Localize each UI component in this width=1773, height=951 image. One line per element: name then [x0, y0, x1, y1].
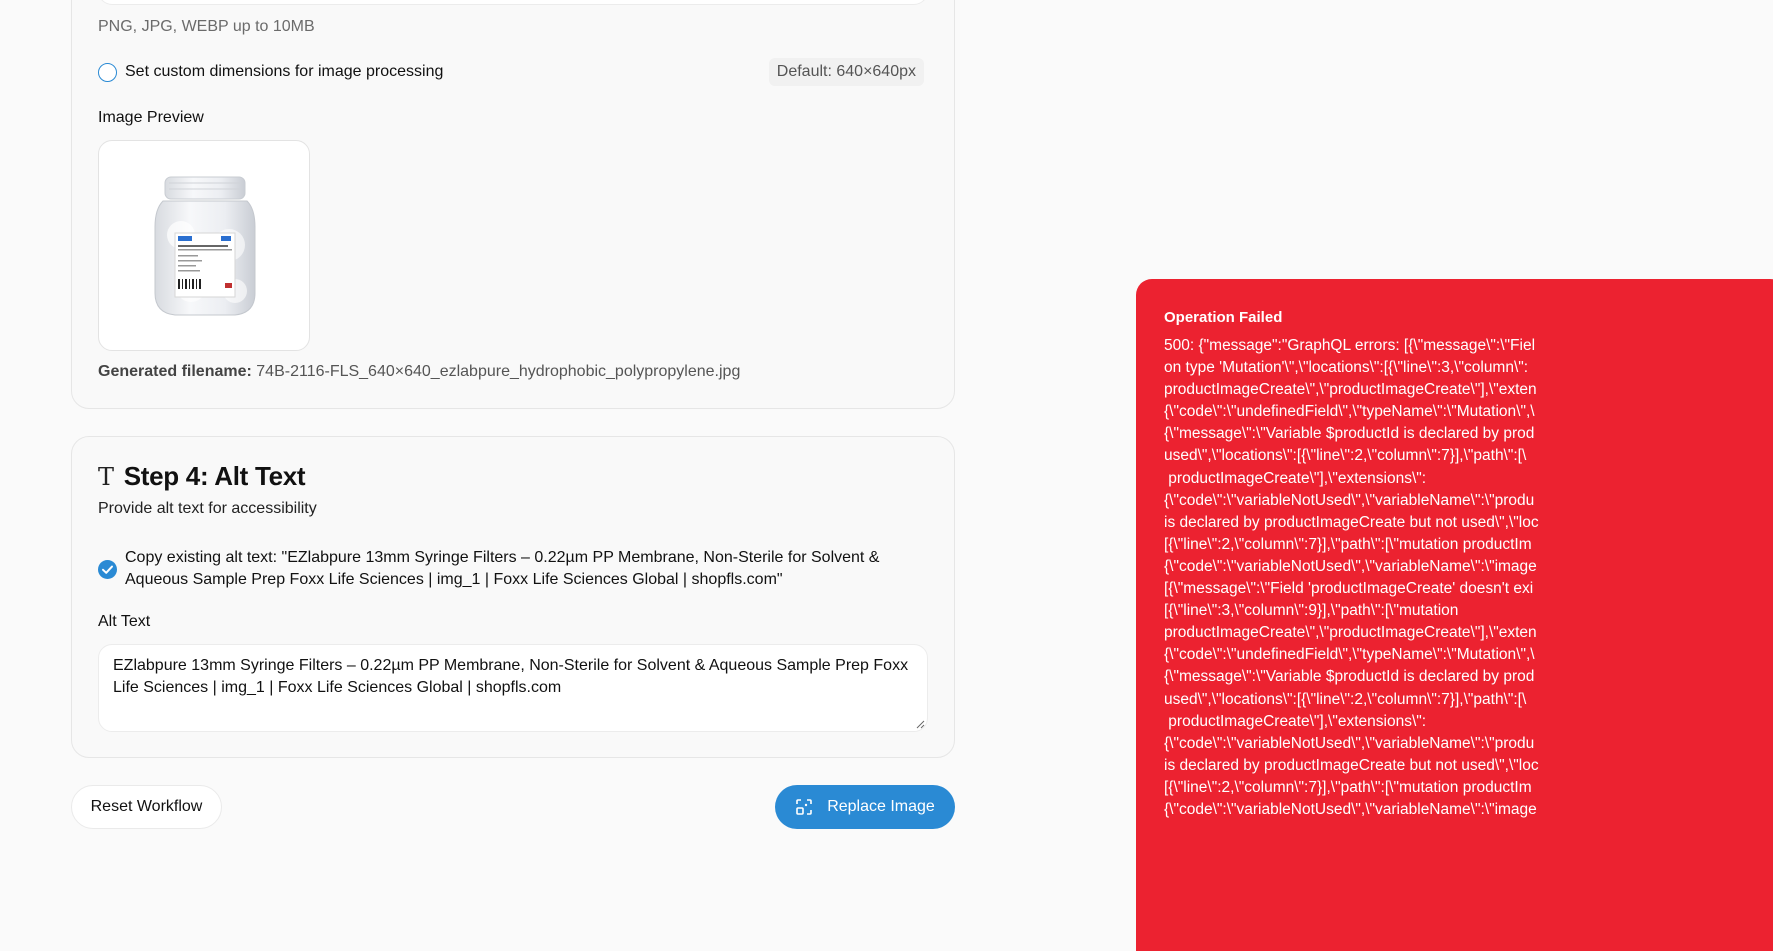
replace-image-icon	[796, 799, 812, 815]
toast-message: 500: {"message":"GraphQL errors: [{\"mes…	[1164, 337, 1539, 818]
step4-title: Step 4: Alt Text	[123, 461, 306, 491]
text-icon: T	[98, 462, 114, 491]
copy-existing-checkbox[interactable]	[98, 560, 117, 579]
alt-text-value: EZlabpure 13mm Syringe Filters – 0.22µm …	[113, 657, 909, 696]
reset-workflow-button[interactable]: Reset Workflow	[71, 785, 222, 829]
custom-dimensions-radio[interactable]	[98, 63, 117, 82]
step4-heading: T Step 4: Alt Text	[98, 461, 306, 492]
filename-value: 74B-2116-FLS_640×640_ezlabpure_hydrophob…	[256, 363, 741, 380]
upload-dropzone[interactable]	[98, 0, 928, 5]
error-toast: Operation Failed 500: {"message":"GraphQ…	[1136, 279, 1773, 951]
default-dimensions-badge: Default: 640×640px	[768, 58, 924, 86]
alt-text-textarea[interactable]: EZlabpure 13mm Syringe Filters – 0.22µm …	[98, 644, 928, 732]
checkmark-icon	[102, 565, 113, 574]
filename-label: Generated filename:	[98, 363, 252, 380]
image-preview-label: Image Preview	[98, 109, 204, 126]
image-preview	[98, 140, 310, 351]
step4-subtitle: Provide alt text for accessibility	[98, 500, 317, 517]
product-jar-image	[154, 176, 256, 316]
toast-title: Operation Failed	[1164, 309, 1283, 326]
alt-text-label: Alt Text	[98, 613, 151, 630]
custom-dimensions-row[interactable]: Set custom dimensions for image processi…	[98, 58, 928, 86]
step4-card: T Step 4: Alt Text Provide alt text for …	[71, 436, 955, 758]
upload-hint: PNG, JPG, WEBP up to 10MB	[98, 18, 315, 35]
resize-grip-icon[interactable]	[915, 719, 925, 729]
generated-filename: Generated filename: 74B-2116-FLS_640×640…	[98, 363, 740, 381]
upload-card: PNG, JPG, WEBP up to 10MB Set custom dim…	[71, 0, 955, 409]
custom-dimensions-label: Set custom dimensions for image processi…	[125, 63, 444, 80]
replace-image-button[interactable]: Replace Image	[775, 785, 955, 829]
reset-workflow-label: Reset Workflow	[90, 798, 203, 815]
replace-image-label: Replace Image	[827, 798, 935, 815]
copy-existing-label: Copy existing alt text: "EZlabpure 13mm …	[125, 549, 880, 588]
